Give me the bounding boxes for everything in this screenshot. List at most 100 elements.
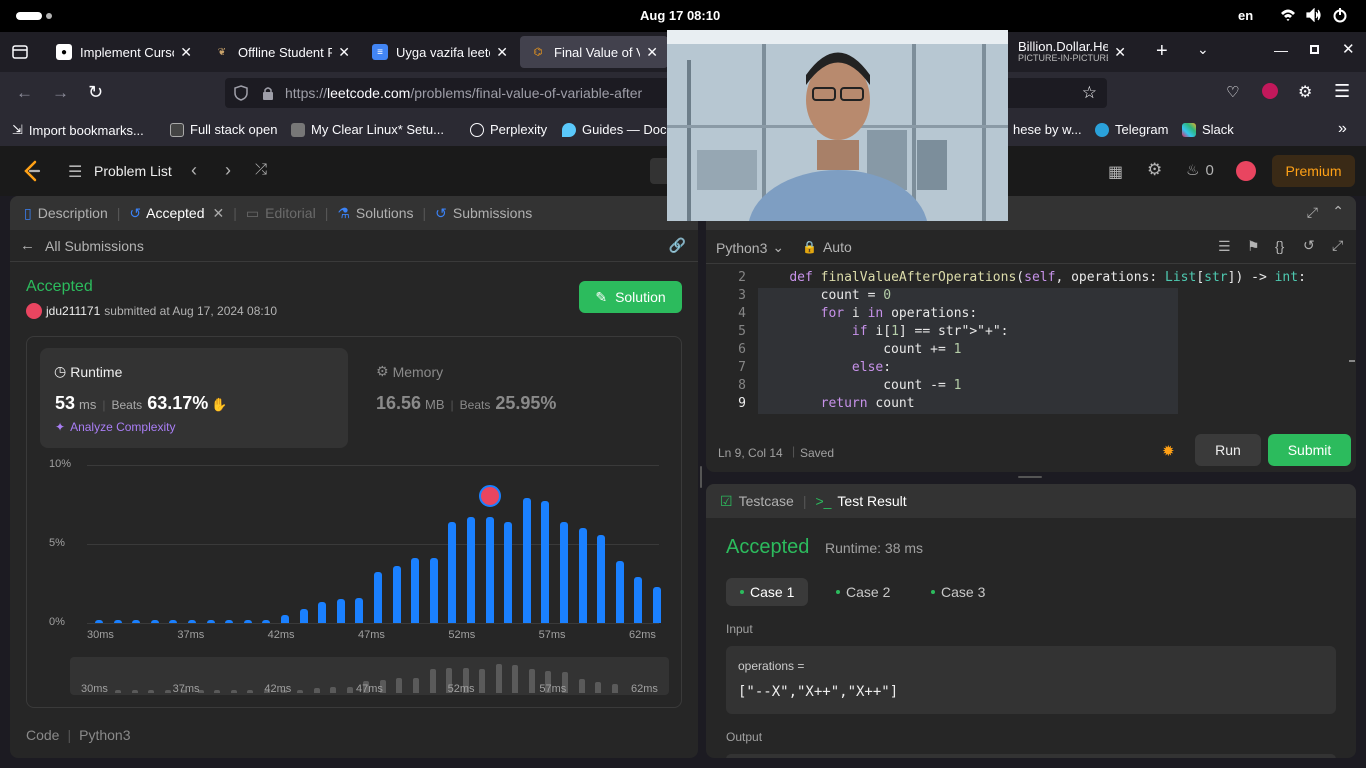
chart-bar[interactable] — [188, 619, 196, 623]
format-icon[interactable]: ☰ — [1218, 238, 1231, 255]
code-line[interactable]: return count — [758, 396, 915, 414]
premium-button[interactable]: Premium — [1272, 155, 1355, 187]
chart-bar[interactable] — [448, 521, 457, 623]
chart-bar[interactable] — [411, 558, 420, 623]
list-icon[interactable]: ☰ — [68, 162, 82, 182]
code-line[interactable]: def finalValueAfterOperations(self, oper… — [758, 270, 1306, 288]
shield-icon[interactable] — [234, 85, 248, 101]
minimize-button[interactable]: — — [1274, 42, 1288, 58]
lock-icon[interactable] — [262, 86, 274, 100]
close-tab-icon[interactable]: ✕ — [646, 44, 658, 61]
scrollbar[interactable] — [1349, 360, 1355, 362]
layout-icon[interactable]: ▦ — [1108, 162, 1123, 182]
case-tab-1[interactable]: Case 1 — [726, 578, 809, 606]
case-tab-2[interactable]: Case 2 — [822, 578, 904, 606]
reset-icon[interactable]: ↺ — [1303, 237, 1315, 254]
chart-bar[interactable] — [95, 619, 103, 623]
extension-icon[interactable] — [1262, 83, 1278, 99]
solution-button[interactable]: ✎ Solution — [579, 281, 682, 313]
braces-icon[interactable]: {} — [1275, 238, 1284, 254]
avatar[interactable] — [1236, 161, 1256, 181]
bookmark-item[interactable]: Telegram — [1095, 122, 1168, 137]
bookmark-icon[interactable]: ⚑ — [1247, 238, 1260, 255]
tab-submissions[interactable]: ↺ Submissions — [435, 205, 532, 222]
close-window-button[interactable]: ✕ — [1342, 40, 1355, 58]
chart-bar[interactable] — [206, 619, 215, 623]
bookmark-item[interactable]: My Clear Linux* Setu... — [291, 122, 444, 137]
code-line[interactable]: else: — [758, 360, 891, 378]
chart-bar[interactable] — [560, 521, 568, 623]
bookmark-item[interactable]: Full stack open — [170, 122, 277, 137]
username[interactable]: jdu211171 — [46, 304, 100, 318]
chart-bar[interactable] — [299, 608, 308, 623]
memory-header[interactable]: ⚙ Memory — [376, 363, 443, 380]
wifi-icon[interactable] — [1280, 8, 1296, 22]
chart-bar[interactable] — [132, 619, 141, 623]
chart-bar[interactable] — [281, 615, 289, 623]
more-bookmarks-icon[interactable]: » — [1338, 120, 1347, 138]
new-tab-button[interactable]: + — [1156, 40, 1168, 63]
firefox-view-icon[interactable] — [12, 44, 28, 60]
code-line[interactable]: count -= 1 — [758, 378, 961, 396]
resize-handle[interactable] — [1018, 476, 1042, 478]
input-box[interactable]: operations = ["--X","X++","X++"] — [726, 646, 1336, 714]
fullscreen-icon[interactable]: ⤢ — [1307, 204, 1318, 221]
my-submission-marker[interactable] — [478, 485, 501, 508]
bookmark-star-icon[interactable]: ☆ — [1082, 83, 1097, 103]
run-button[interactable]: Run — [1195, 434, 1261, 466]
power-icon[interactable] — [1332, 7, 1348, 23]
mode-select[interactable]: 🔒 Auto — [802, 239, 852, 255]
picture-in-picture-video[interactable] — [667, 30, 1008, 221]
browser-tab[interactable]: ≡ Uyga vazifa leetc ✕ — [362, 36, 518, 68]
chart-bar[interactable] — [615, 561, 624, 623]
tab-solutions[interactable]: ⚗ Solutions — [337, 205, 413, 222]
browser-tab[interactable]: ● Implement Cursor ✕ — [46, 36, 202, 68]
clock[interactable]: Aug 17 08:10 — [640, 8, 720, 23]
submit-button[interactable]: Submit — [1268, 434, 1351, 466]
pocket-icon[interactable]: ♡ — [1226, 83, 1239, 101]
runtime-box[interactable]: ◷ Runtime 53 ms | Beats 63.17% ✋ ✦ Analyze… — [40, 348, 348, 448]
chart-bar[interactable] — [578, 528, 587, 623]
back-arrow-icon[interactable]: ← — [20, 237, 35, 254]
language-select[interactable]: Python3 ⌄ — [716, 239, 784, 256]
bookmark-item[interactable]: Perplexity — [470, 122, 547, 137]
chart-bar[interactable] — [504, 521, 513, 623]
chart-bar[interactable] — [113, 619, 122, 623]
chart-bar[interactable] — [336, 599, 345, 623]
shuffle-icon[interactable]: ⤮ — [255, 161, 267, 178]
maximize-button[interactable] — [1310, 45, 1319, 54]
reload-icon[interactable]: ↻ — [88, 82, 103, 103]
forward-icon[interactable]: → — [52, 83, 69, 103]
tab-editorial[interactable]: ▭ Editorial — [246, 205, 316, 222]
chart-bar[interactable] — [653, 586, 661, 623]
tab-testcase[interactable]: ☑ Testcase — [720, 493, 794, 510]
settings-icon[interactable]: ⚙ — [1147, 160, 1162, 180]
chart-bar[interactable] — [225, 619, 234, 623]
close-tab-icon[interactable]: ✕ — [180, 44, 192, 61]
browser-tab[interactable]: Billion.Dollar.Hei PICTURE-IN-PICTURE ✕ — [1000, 36, 1136, 68]
chart-bar[interactable] — [522, 498, 531, 623]
code-line[interactable]: count = 0 — [758, 288, 891, 306]
code-line[interactable]: if i[1] == str">"+": — [758, 324, 1009, 342]
resize-handle[interactable] — [700, 466, 702, 488]
chart-bar[interactable] — [467, 517, 475, 623]
chart-bar[interactable] — [485, 517, 494, 623]
code-line[interactable]: count += 1 — [758, 342, 961, 360]
bookmark-item[interactable]: Slack — [1182, 122, 1234, 137]
chart-bar[interactable] — [262, 619, 271, 623]
next-problem-icon[interactable]: › — [225, 160, 231, 181]
menu-icon[interactable]: ☰ — [1334, 81, 1350, 102]
chart-bar[interactable] — [374, 572, 382, 623]
workspace-indicator[interactable] — [16, 12, 42, 20]
output-box[interactable] — [726, 754, 1336, 758]
close-tab-icon[interactable]: ✕ — [496, 44, 508, 61]
debug-icon[interactable]: ✹ — [1162, 442, 1175, 460]
bookmark-item[interactable]: hese by w... — [1013, 122, 1082, 137]
leetcode-logo-icon[interactable] — [22, 160, 42, 182]
workspace-dot[interactable] — [46, 13, 52, 19]
chart-bar[interactable] — [429, 558, 438, 623]
streak-counter[interactable]: ♨ 0 — [1186, 161, 1214, 180]
prev-problem-icon[interactable]: ‹ — [191, 160, 197, 181]
code-line[interactable]: for i in operations: — [758, 306, 978, 324]
expand-icon[interactable]: ⤢ — [1332, 237, 1343, 254]
